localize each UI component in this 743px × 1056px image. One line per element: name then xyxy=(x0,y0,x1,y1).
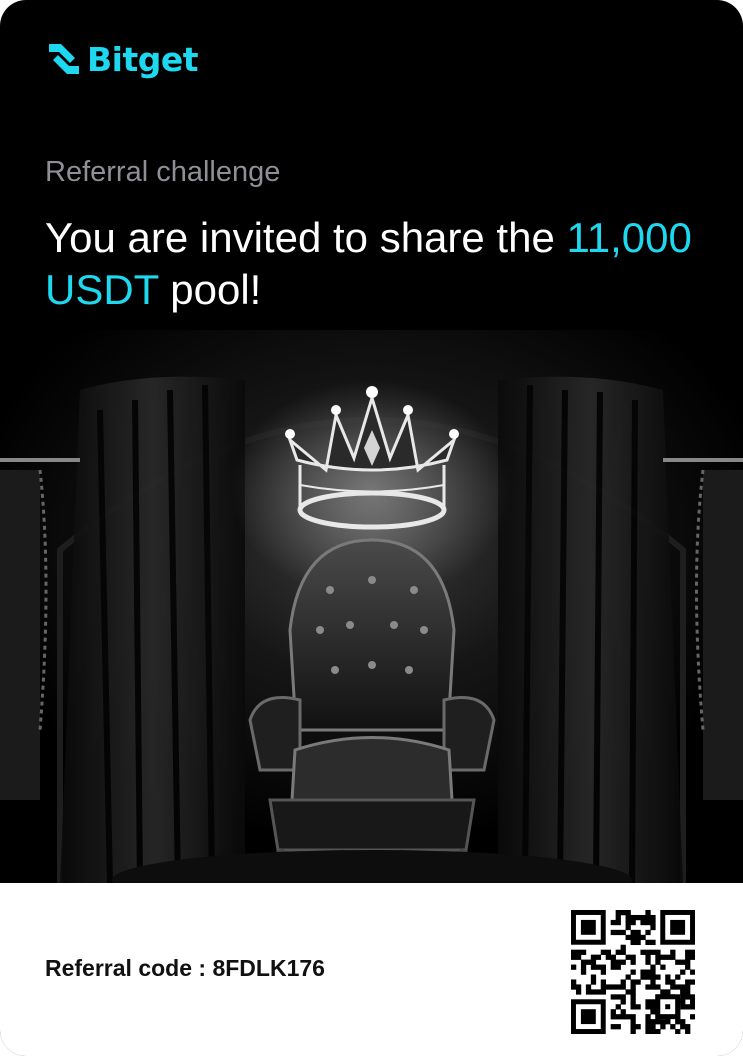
referral-code-value: 8FDLK176 xyxy=(212,955,325,981)
qr-code-icon[interactable] xyxy=(571,910,695,1034)
bitget-logo: Bitget xyxy=(45,38,199,80)
referral-code-label: Referral code : xyxy=(45,955,213,981)
brand-name: Bitget xyxy=(87,39,199,79)
crown-throne-illustration xyxy=(0,330,743,885)
referral-share-card: Bitget Referral challenge You are invite… xyxy=(0,0,743,1056)
promo-headline: You are invited to share the 11,000 USDT… xyxy=(45,212,705,316)
bitget-logo-icon xyxy=(49,44,79,74)
headline-prefix: You are invited to share the xyxy=(45,214,567,261)
headline-suffix: pool! xyxy=(158,266,262,313)
referral-code-text: Referral code : 8FDLK176 xyxy=(45,957,325,980)
promo-eyebrow: Referral challenge xyxy=(45,156,281,188)
